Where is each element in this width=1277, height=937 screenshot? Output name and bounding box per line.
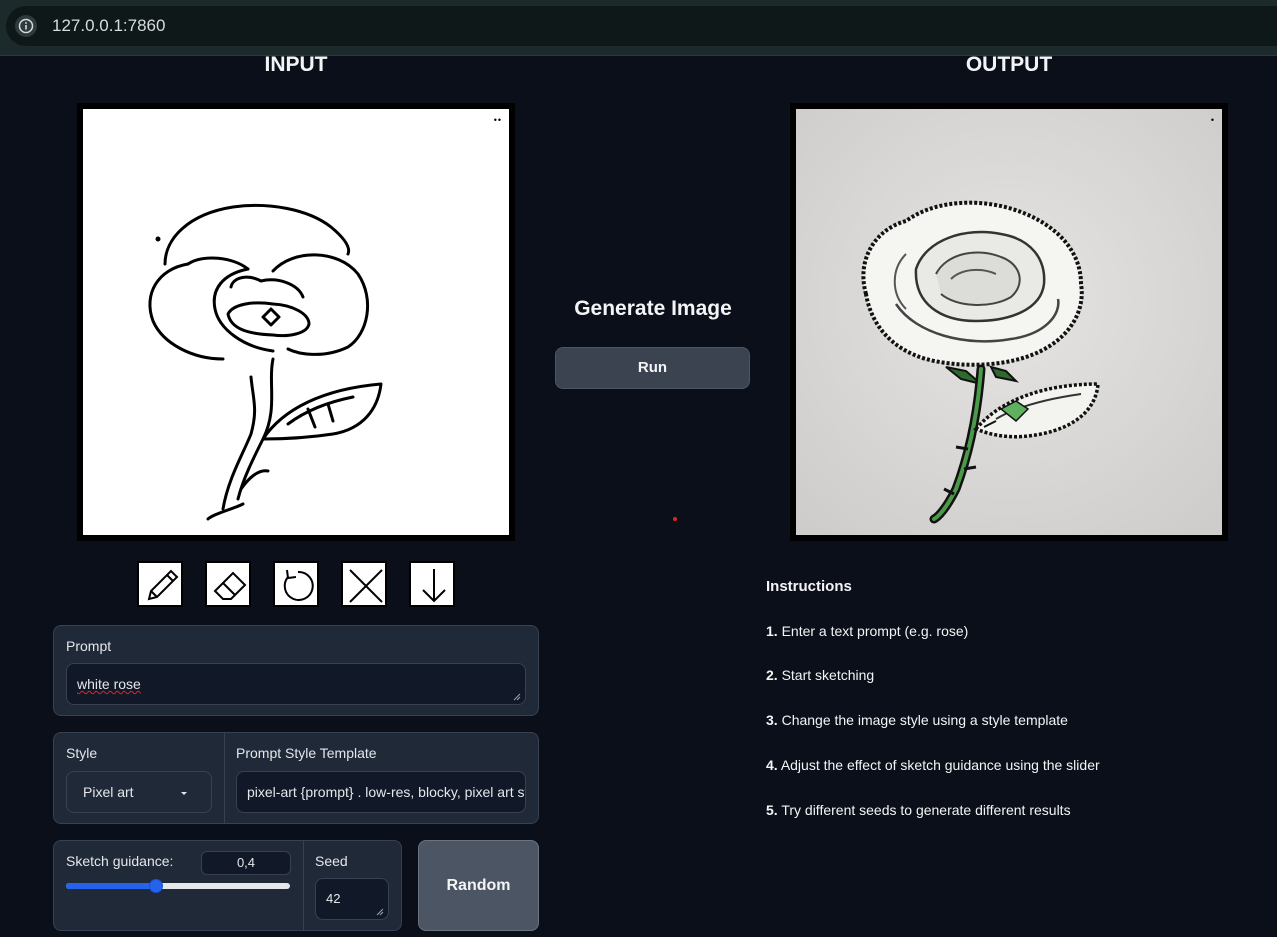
- style-template-label: Prompt Style Template: [236, 745, 377, 761]
- slider-thumb[interactable]: [148, 879, 163, 893]
- step-number: 4.: [766, 757, 778, 773]
- download-tool-button[interactable]: [409, 561, 455, 607]
- chevron-down-icon: [181, 792, 187, 795]
- step-text: Adjust the effect of sketch guidance usi…: [780, 757, 1100, 773]
- prompt-label: Prompt: [66, 638, 112, 654]
- sketch-guidance-slider[interactable]: [66, 879, 290, 893]
- prompt-input-text: white rose: [77, 676, 141, 692]
- output-image: •: [796, 109, 1222, 535]
- pencil-tool-button[interactable]: [137, 561, 183, 607]
- instructions-heading: Instructions: [766, 578, 852, 595]
- eraser-icon: [213, 571, 247, 600]
- slider-fill: [66, 883, 156, 889]
- prompt-input[interactable]: white rose: [66, 663, 526, 705]
- step-number: 5.: [766, 802, 778, 818]
- resize-handle-icon[interactable]: [513, 693, 521, 701]
- url-text: 127.0.0.1:7860: [52, 16, 166, 35]
- step-text: Try different seeds to generate differen…: [781, 802, 1071, 818]
- clear-tool-button[interactable]: [341, 561, 387, 607]
- seed-divider: [303, 841, 304, 930]
- style-divider: [224, 733, 225, 823]
- input-title: INPUT: [264, 53, 328, 76]
- canvas-menu-icon[interactable]: ••: [494, 115, 502, 125]
- step-text: Start sketching: [781, 667, 875, 683]
- cursor-dot: [673, 517, 677, 521]
- site-info-icon[interactable]: [15, 15, 37, 37]
- seed-value: 42: [326, 891, 341, 906]
- instruction-step: 3. Change the image style using a style …: [766, 712, 1068, 728]
- pencil-icon: [147, 569, 179, 601]
- address-bar[interactable]: 127.0.0.1:7860: [6, 6, 1277, 46]
- instruction-step: 1. Enter a text prompt (e.g. rose): [766, 623, 968, 639]
- style-label: Style: [66, 745, 98, 761]
- style-template-input[interactable]: pixel-art {prompt} . low-res, blocky, pi…: [236, 771, 526, 813]
- resize-handle-icon[interactable]: [376, 908, 384, 916]
- sketch-guidance-label: Sketch guidance:: [66, 853, 174, 869]
- run-button[interactable]: Run: [555, 347, 750, 389]
- prompt-panel: Prompt white rose: [53, 625, 539, 716]
- output-title: OUTPUT: [965, 53, 1053, 76]
- seed-input[interactable]: 42: [315, 878, 389, 920]
- undo-icon: [283, 569, 314, 601]
- step-number: 1.: [766, 623, 778, 639]
- style-selected: Pixel art: [83, 784, 134, 800]
- undo-tool-button[interactable]: [273, 561, 319, 607]
- style-dropdown[interactable]: Pixel art: [66, 771, 212, 813]
- instruction-step: 2. Start sketching: [766, 667, 874, 683]
- instruction-step: 5. Try different seeds to generate diffe…: [766, 802, 1071, 818]
- sketch-canvas[interactable]: ••: [83, 109, 509, 535]
- download-icon: [422, 569, 446, 603]
- step-text: Enter a text prompt (e.g. rose): [781, 623, 969, 639]
- clear-icon: [349, 569, 383, 603]
- step-text: Change the image style using a style tem…: [781, 712, 1068, 728]
- style-template-text: pixel-art {prompt} . low-res, blocky, pi…: [247, 784, 526, 800]
- style-panel: Style Pixel art Prompt Style Template pi…: [53, 732, 539, 824]
- output-menu-icon[interactable]: •: [1211, 115, 1215, 125]
- step-number: 2.: [766, 667, 778, 683]
- generate-title: Generate Image: [574, 297, 732, 320]
- seed-label: Seed: [315, 853, 348, 869]
- browser-bar: 127.0.0.1:7860: [0, 0, 1277, 56]
- sketch-canvas-frame: ••: [77, 103, 515, 541]
- eraser-tool-button[interactable]: [205, 561, 251, 607]
- instruction-step: 4. Adjust the effect of sketch guidance …: [766, 757, 1100, 773]
- sketch-guidance-value-input[interactable]: 0,4: [201, 851, 291, 875]
- random-seed-button[interactable]: Random: [418, 840, 539, 931]
- instructions: Instructions 1. Enter a text prompt (e.g…: [766, 578, 1100, 818]
- step-number: 3.: [766, 712, 778, 728]
- output-image-frame: •: [790, 103, 1228, 541]
